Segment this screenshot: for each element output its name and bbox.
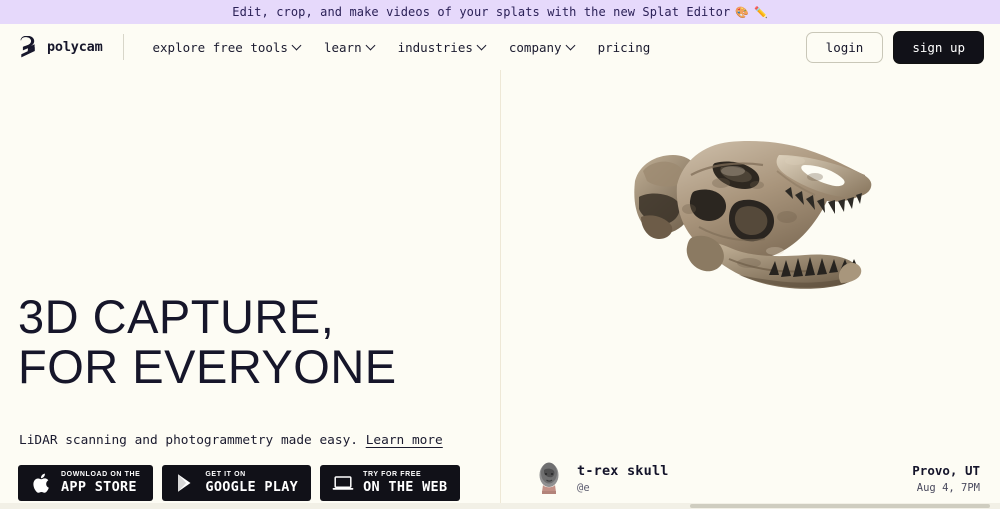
capture-caption-bar: t-rex skull @e Provo, UT Aug 4, 7PM xyxy=(501,455,1000,501)
chevron-down-icon xyxy=(567,42,576,51)
nav-item-company[interactable]: company xyxy=(498,36,587,59)
google-play-button[interactable]: GET IT ON GOOGLE PLAY xyxy=(162,465,312,501)
login-button[interactable]: login xyxy=(805,31,884,63)
hero-section: 3D CAPTURE, FOR EVERYONE LiDAR scanning a… xyxy=(0,70,1000,509)
app-store-label: DOWNLOAD ON THE APP STORE xyxy=(61,471,140,495)
nav-item-industries[interactable]: industries xyxy=(387,36,498,59)
pen-icon: ✏️ xyxy=(754,5,768,19)
nav-label: industries xyxy=(397,39,473,55)
nav-item-explore-free-tools[interactable]: explore free tools xyxy=(142,36,313,59)
chevron-down-icon xyxy=(367,42,376,51)
google-play-label: GET IT ON GOOGLE PLAY xyxy=(205,471,298,495)
google-play-small-label: GET IT ON xyxy=(205,471,246,479)
chevron-down-icon xyxy=(478,42,487,51)
announcement-banner-text: Edit, crop, and make videos of your spla… xyxy=(232,5,731,19)
capture-location: Provo, UT xyxy=(912,462,980,478)
t-rex-skull-3d-model[interactable] xyxy=(629,125,879,320)
hero-right-column: t-rex skull @e Provo, UT Aug 4, 7PM xyxy=(501,70,1000,509)
nav-label: explore free tools xyxy=(152,39,288,55)
laptop-icon xyxy=(332,472,354,494)
apple-icon xyxy=(30,472,52,494)
app-store-big-label: APP STORE xyxy=(61,479,137,496)
headline-line-2: FOR EVERYONE xyxy=(18,340,397,393)
brand-home-link[interactable]: polycam xyxy=(18,36,103,58)
nav-item-learn[interactable]: learn xyxy=(313,36,387,59)
header-divider xyxy=(122,34,124,60)
palette-icon: 🎨 xyxy=(735,5,750,19)
hero-left-column: 3D CAPTURE, FOR EVERYONE LiDAR scanning a… xyxy=(0,70,501,509)
app-store-button[interactable]: DOWNLOAD ON THE APP STORE xyxy=(18,465,154,501)
web-app-label: TRY FOR FREE ON THE WEB xyxy=(363,471,447,495)
google-play-icon xyxy=(174,472,196,494)
brand-name: polycam xyxy=(47,39,103,55)
app-store-small-label: DOWNLOAD ON THE xyxy=(61,471,141,479)
model-viewer[interactable] xyxy=(629,125,879,320)
nav-item-pricing[interactable]: pricing xyxy=(587,36,662,59)
page-title: 3D CAPTURE, FOR EVERYONE xyxy=(18,292,397,392)
signup-button[interactable]: sign up xyxy=(893,30,984,64)
learn-more-link[interactable]: Learn more xyxy=(366,433,443,448)
google-play-big-label: GOOGLE PLAY xyxy=(205,479,299,496)
web-app-button[interactable]: TRY FOR FREE ON THE WEB xyxy=(320,465,461,501)
capture-author-handle[interactable]: @e xyxy=(577,482,669,494)
app-store-buttons: DOWNLOAD ON THE APP STORE GET IT ON GOOG… xyxy=(18,465,461,501)
polycam-logo-icon xyxy=(20,36,35,58)
polycam-landing-page: Edit, crop, and make videos of your spla… xyxy=(0,0,1000,509)
chevron-down-icon xyxy=(293,42,302,51)
horizontal-scrollbar[interactable] xyxy=(0,503,1000,509)
capture-info: t-rex skull @e xyxy=(577,463,669,494)
main-nav: explore free tools learn industries comp… xyxy=(142,36,662,59)
site-header: polycam explore free tools learn industr… xyxy=(0,24,1000,70)
auth-actions: login sign up xyxy=(805,30,984,64)
capture-title: t-rex skull xyxy=(577,462,669,479)
capture-date: Aug 4, 7PM xyxy=(916,481,980,494)
scrollbar-thumb[interactable] xyxy=(690,504,990,508)
headline-line-1: 3D CAPTURE, xyxy=(18,290,335,343)
web-app-small-label: TRY FOR FREE xyxy=(363,471,422,479)
avatar[interactable] xyxy=(535,461,563,495)
hero-subtitle: LiDAR scanning and photogrammetry made e… xyxy=(19,433,443,448)
nav-label: pricing xyxy=(597,39,651,55)
nav-label: learn xyxy=(323,39,362,55)
nav-label: company xyxy=(508,39,562,55)
capture-meta: Provo, UT Aug 4, 7PM xyxy=(912,463,980,494)
web-app-big-label: ON THE WEB xyxy=(363,479,448,496)
announcement-banner[interactable]: Edit, crop, and make videos of your spla… xyxy=(0,0,1000,24)
hero-subtitle-text: LiDAR scanning and photogrammetry made e… xyxy=(19,433,358,448)
